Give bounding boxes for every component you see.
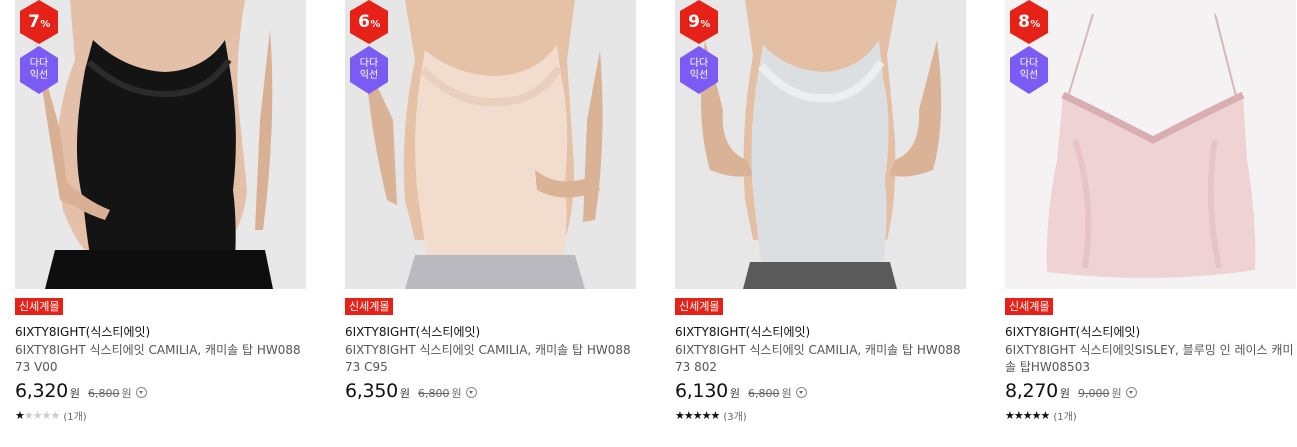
store-badge: 신세계몰	[675, 298, 724, 315]
product-image[interactable]: 7% 다다익선	[15, 0, 306, 289]
dada-badge: 다다익선	[347, 46, 391, 94]
discount-unit: %	[370, 19, 380, 30]
product-card[interactable]: 9% 다다익선 신세계몰 6IXTY8IGHT(식스티에잇) 6IXTY8IGH…	[675, 0, 967, 447]
price-info-icon[interactable]	[1125, 387, 1137, 398]
original-price-unit: 원	[121, 387, 132, 400]
original-price-unit: 원	[1111, 387, 1122, 400]
original-price: 6,800	[748, 387, 780, 400]
review-count: (3개)	[723, 412, 747, 423]
rating-row: ★★★★★★★★★★ (1개)	[15, 408, 87, 423]
sale-price: 6,350	[345, 380, 398, 402]
discount-badge: 7%	[17, 0, 61, 44]
store-badge: 신세계몰	[15, 298, 64, 315]
product-image[interactable]: 8% 다다익선	[1005, 0, 1296, 289]
star-rating: ★★★★★★★★★★	[1005, 408, 1050, 422]
product-name[interactable]: 6IXTY8IGHT 식스티에잇 CAMILIA, 캐미솔 탑 HW08873 …	[345, 342, 637, 376]
brand-name[interactable]: 6IXTY8IGHT(식스티에잇)	[1005, 323, 1140, 340]
discount-unit: %	[1030, 19, 1040, 30]
sale-price-unit: 원	[399, 387, 411, 400]
discount-unit: %	[700, 19, 710, 30]
discount-value: 8	[1018, 12, 1030, 32]
original-price-unit: 원	[451, 387, 462, 400]
sale-price: 8,270	[1005, 380, 1058, 402]
product-name[interactable]: 6IXTY8IGHT 식스티에잇 CAMILIA, 캐미솔 탑 HW08873 …	[675, 342, 967, 376]
rating-row: ★★★★★ ★★★★★ (3개)	[675, 408, 747, 423]
dada-label: 다다익선	[689, 58, 709, 81]
discount-badge: 6%	[347, 0, 391, 44]
dada-label: 다다익선	[359, 58, 379, 81]
price-info-icon[interactable]	[465, 387, 477, 398]
store-badge: 신세계몰	[345, 298, 394, 315]
sale-price: 6,130	[675, 380, 728, 402]
dada-badge: 다다익선	[17, 46, 61, 94]
dada-badge: 다다익선	[677, 46, 721, 94]
price-info-icon[interactable]	[795, 387, 807, 398]
price-row: 8,270 원 9,000 원	[1005, 380, 1137, 402]
dada-badge: 다다익선	[1007, 46, 1051, 94]
price-info-icon[interactable]	[135, 387, 147, 398]
discount-badge: 8%	[1007, 0, 1051, 44]
review-count: (1개)	[1053, 412, 1077, 423]
product-image[interactable]: 9% 다다익선	[675, 0, 966, 289]
discount-value: 6	[358, 12, 370, 32]
sale-price-unit: 원	[69, 387, 81, 400]
sale-price: 6,320	[15, 380, 68, 402]
product-image[interactable]: 6% 다다익선	[345, 0, 636, 289]
star-rating: ★★★★★★★★★★	[675, 408, 720, 422]
discount-badge: 9%	[677, 0, 721, 44]
product-card[interactable]: 8% 다다익선 신세계몰 6IXTY8IGHT(식스티에잇) 6IXTY8IGH…	[1005, 0, 1297, 447]
discount-value: 9	[688, 12, 700, 32]
star-rating: ★★★★★★★★★★	[15, 408, 60, 422]
original-price-unit: 원	[781, 387, 792, 400]
product-card[interactable]: 7% 다다익선 신세계몰 6IXTY8IGHT(식스티에잇) 6IXTY8IGH…	[15, 0, 307, 447]
discount-value: 7	[28, 12, 40, 32]
original-price: 6,800	[418, 387, 450, 400]
store-badge: 신세계몰	[1005, 298, 1054, 315]
sale-price-unit: 원	[1059, 387, 1071, 400]
original-price: 9,000	[1078, 387, 1110, 400]
sale-price-unit: 원	[729, 387, 741, 400]
price-row: 6,130 원 6,800 원	[675, 380, 807, 402]
product-card[interactable]: 6% 다다익선 신세계몰 6IXTY8IGHT(식스티에잇) 6IXTY8IGH…	[345, 0, 637, 447]
original-price: 6,800	[88, 387, 120, 400]
review-count: (1개)	[63, 412, 87, 423]
price-row: 6,320 원 6,800 원	[15, 380, 147, 402]
dada-label: 다다익선	[29, 58, 49, 81]
discount-unit: %	[40, 19, 50, 30]
brand-name[interactable]: 6IXTY8IGHT(식스티에잇)	[345, 323, 480, 340]
rating-row: ★★★★★★★★★★ (1개)	[1005, 408, 1077, 423]
brand-name[interactable]: 6IXTY8IGHT(식스티에잇)	[675, 323, 810, 340]
product-name[interactable]: 6IXTY8IGHT 식스티에잇SISLEY, 블루밍 인 레이스 캐미솔 탑H…	[1005, 342, 1297, 376]
price-row: 6,350 원 6,800 원	[345, 380, 477, 402]
product-name[interactable]: 6IXTY8IGHT 식스티에잇 CAMILIA, 캐미솔 탑 HW08873 …	[15, 342, 307, 376]
product-grid: 7% 다다익선 신세계몰 6IXTY8IGHT(식스티에잇) 6IXTY8IGH…	[0, 0, 1297, 447]
brand-name[interactable]: 6IXTY8IGHT(식스티에잇)	[15, 323, 150, 340]
dada-label: 다다익선	[1019, 58, 1039, 81]
